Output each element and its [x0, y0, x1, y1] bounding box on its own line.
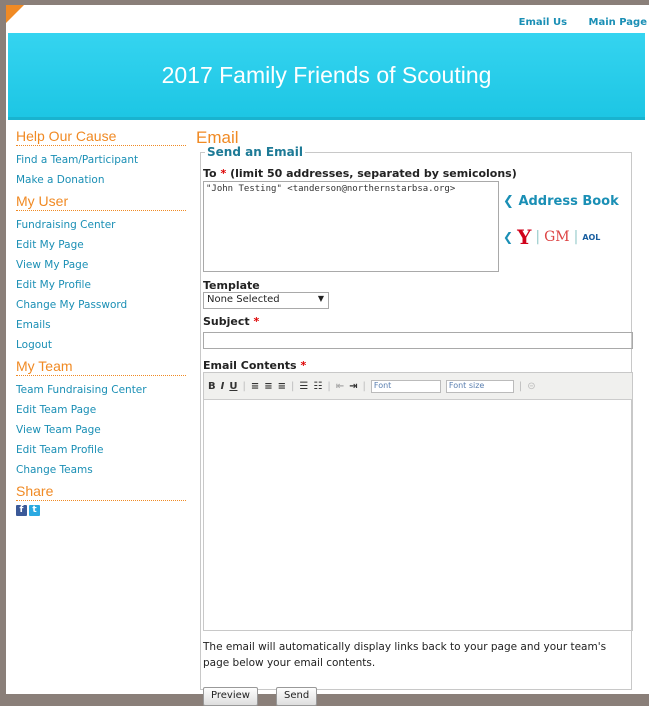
rich-text-editor[interactable]: B I U | ≡ ≡ ≡ | ☰ ☷ | ⇤ ⇥ | Font Font si… [203, 372, 633, 631]
sidebar-item-view-my-page[interactable]: View My Page [16, 255, 186, 275]
to-textarea[interactable]: "John Testing" <tanderson@northernstarbs… [203, 181, 499, 272]
underline-button[interactable]: U [229, 381, 237, 392]
form-legend: Send an Email [205, 145, 305, 159]
chevron-left-icon: ❮ [503, 194, 514, 209]
to-label-text: To [203, 167, 217, 180]
align-right-icon[interactable]: ≡ [278, 381, 286, 392]
sidebar-heading: My User [16, 193, 186, 211]
send-button[interactable]: Send [276, 687, 318, 706]
to-hint: (limit 50 addresses, separated by semico… [230, 167, 517, 180]
email-note: The email will automatically display lin… [203, 641, 607, 669]
address-book-link[interactable]: ❮ Address Book [503, 194, 619, 209]
template-label: Template [203, 279, 260, 292]
email-contents-label: Email Contents * [203, 359, 306, 372]
gmail-icon[interactable]: GM [544, 229, 570, 245]
divider: | [362, 380, 366, 392]
divider: | [573, 229, 579, 245]
divider: | [291, 380, 295, 392]
sidebar-item-find-team[interactable]: Find a Team/Participant [16, 150, 186, 170]
divider: | [327, 380, 331, 392]
required-marker: * [300, 359, 307, 372]
divider: | [535, 229, 541, 245]
preview-button[interactable]: Preview [203, 687, 258, 706]
sidebar-item-view-team-page[interactable]: View Team Page [16, 420, 186, 440]
subject-label-text: Subject [203, 315, 250, 328]
align-center-icon[interactable]: ≡ [264, 381, 272, 392]
subject-input[interactable] [203, 332, 633, 349]
email-us-link[interactable]: Email Us [519, 17, 567, 28]
sidebar-item-edit-my-page[interactable]: Edit My Page [16, 235, 186, 255]
share-icons: f t [16, 505, 186, 516]
sidebar-section-share: Share f t [16, 483, 186, 516]
send-email-form: Send an Email To * (limit 50 addresses, … [200, 145, 633, 706]
sidebar-item-logout[interactable]: Logout [16, 335, 186, 355]
chevron-left-icon: ❮ [503, 230, 514, 244]
template-selected: None Selected [207, 294, 280, 305]
sidebar-section-help: Help Our Cause Find a Team/Participant M… [16, 128, 186, 190]
corner-decoration [6, 5, 24, 23]
link-icon[interactable]: ⊝ [527, 381, 535, 392]
required-marker: * [220, 167, 227, 180]
sidebar-heading: Help Our Cause [16, 128, 186, 146]
bullet-list-icon[interactable]: ☰ [299, 381, 308, 392]
aol-icon[interactable]: AOL [582, 233, 600, 242]
font-size-label: Font size [448, 380, 485, 390]
contents-label-text: Email Contents [203, 359, 297, 372]
required-marker: * [253, 315, 260, 328]
sidebar-item-fundraising-center[interactable]: Fundraising Center [16, 215, 186, 235]
divider: | [242, 380, 246, 392]
top-links: Email Us Main Page [501, 17, 647, 28]
sidebar-item-edit-my-profile[interactable]: Edit My Profile [16, 275, 186, 295]
main-page-link[interactable]: Main Page [589, 17, 647, 28]
address-book-label: Address Book [518, 194, 619, 209]
numbered-list-icon[interactable]: ☷ [313, 381, 322, 392]
sidebar-item-make-donation[interactable]: Make a Donation [16, 170, 186, 190]
sidebar-item-edit-team-profile[interactable]: Edit Team Profile [16, 440, 186, 460]
template-select[interactable]: None Selected ▼ [203, 292, 329, 309]
editor-toolbar: B I U | ≡ ≡ ≡ | ☰ ☷ | ⇤ ⇥ | Font Font si… [204, 373, 632, 400]
italic-button[interactable]: I [221, 381, 225, 392]
sidebar-heading: Share [16, 483, 186, 501]
email-providers: ❮ Y | GM | AOL [503, 225, 600, 249]
sidebar-item-team-fundraising-center[interactable]: Team Fundraising Center [16, 380, 186, 400]
sidebar-heading: My Team [16, 358, 186, 376]
bold-button[interactable]: B [208, 381, 216, 392]
sidebar-item-change-password[interactable]: Change My Password [16, 295, 186, 315]
sidebar-section-my-team: My Team Team Fundraising Center Edit Tea… [16, 358, 186, 480]
main-content: Email Send an Email To * (limit 50 addre… [196, 128, 636, 706]
subject-label: Subject * [203, 315, 259, 328]
font-select-label: Font [373, 380, 392, 390]
font-select[interactable]: Font [370, 379, 441, 393]
divider: | [518, 380, 523, 392]
site-title: 2017 Family Friends of Scouting [161, 62, 492, 88]
sidebar-section-my-user: My User Fundraising Center Edit My Page … [16, 193, 186, 355]
sidebar-item-change-teams[interactable]: Change Teams [16, 460, 186, 480]
indent-icon[interactable]: ⇥ [349, 381, 357, 392]
site-banner: 2017 Family Friends of Scouting [8, 33, 645, 120]
facebook-icon[interactable]: f [16, 505, 27, 516]
twitter-icon[interactable]: t [29, 505, 40, 516]
font-size-select[interactable]: Font size [445, 379, 514, 393]
sidebar-item-emails[interactable]: Emails [16, 315, 186, 335]
sidebar: Help Our Cause Find a Team/Participant M… [16, 128, 186, 519]
yahoo-icon[interactable]: Y [517, 225, 531, 249]
outdent-icon[interactable]: ⇤ [336, 381, 344, 392]
chevron-down-icon: ▼ [317, 294, 324, 303]
sidebar-item-edit-team-page[interactable]: Edit Team Page [16, 400, 186, 420]
to-label: To * (limit 50 addresses, separated by s… [203, 167, 517, 180]
align-left-icon[interactable]: ≡ [251, 381, 259, 392]
